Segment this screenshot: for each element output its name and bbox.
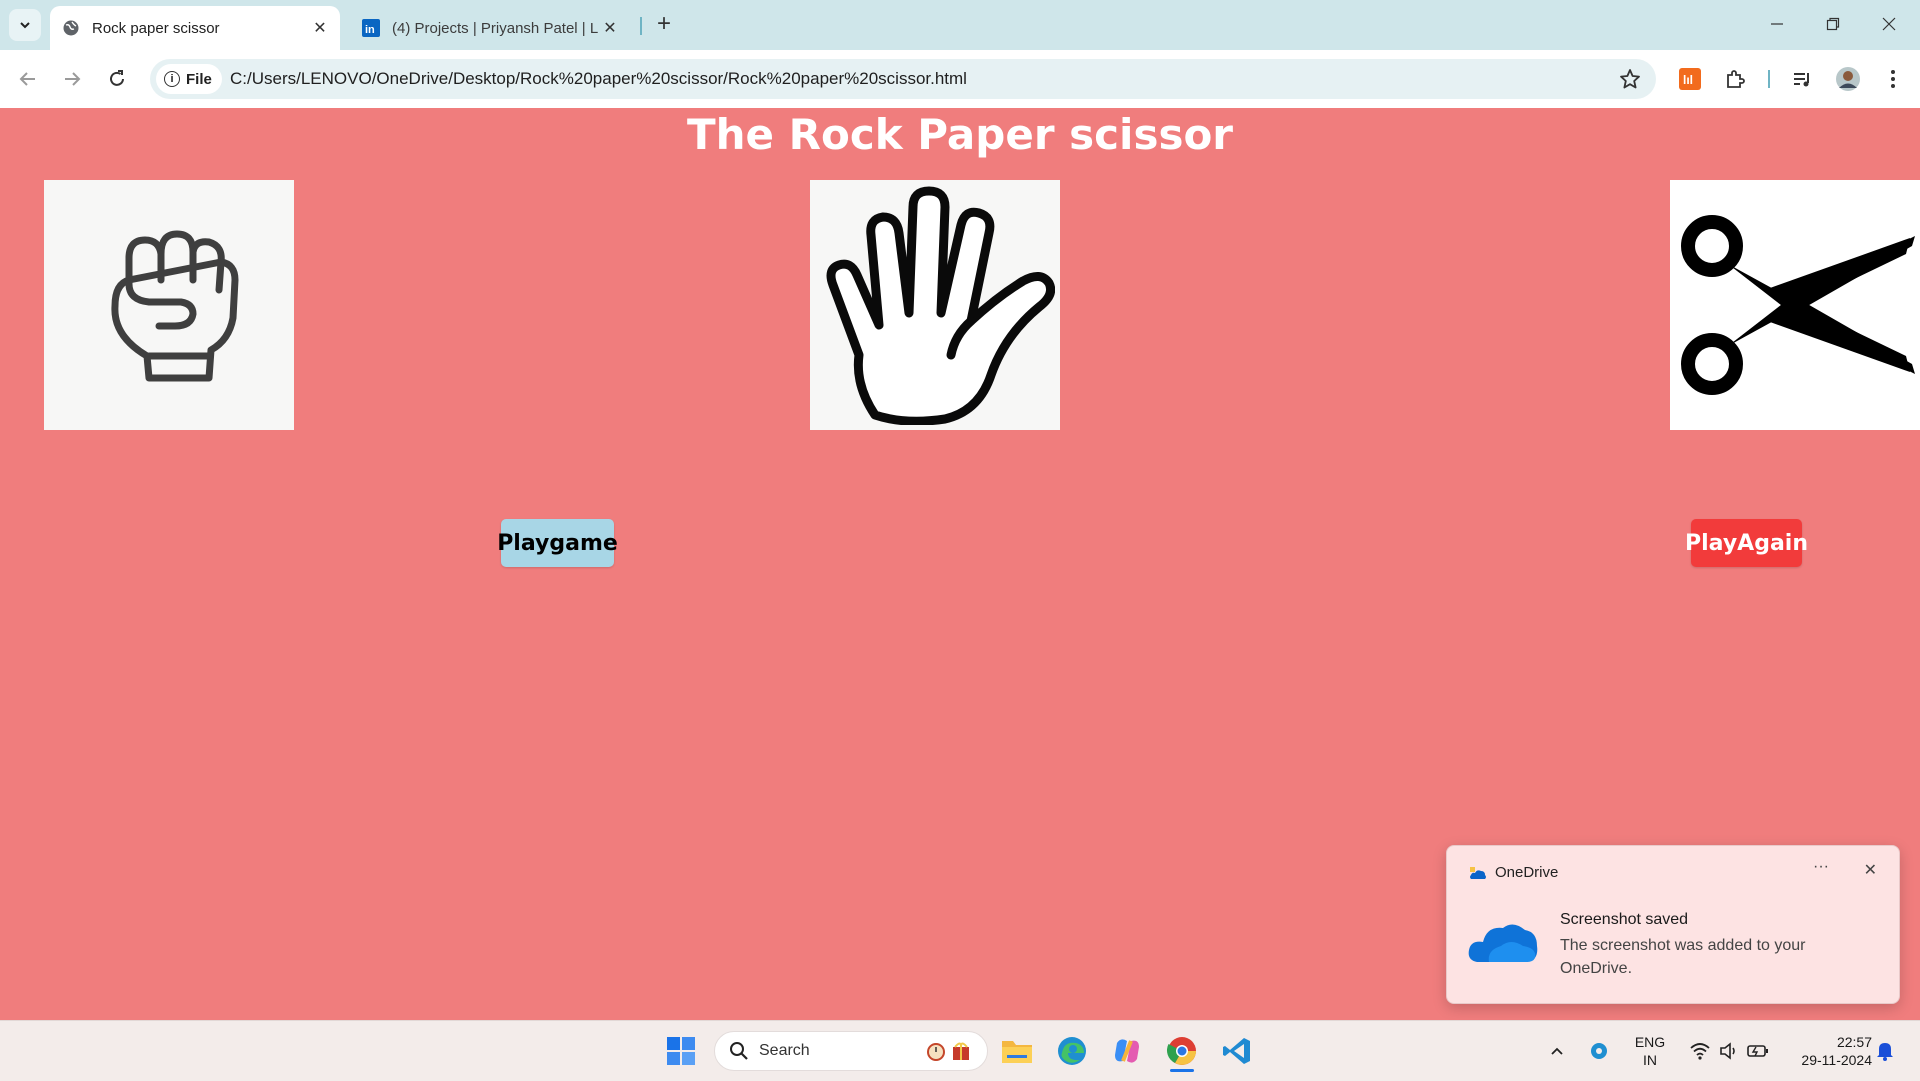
info-icon: i	[164, 71, 180, 87]
copilot-icon	[1115, 1039, 1139, 1063]
notification-body: The screenshot was added to your OneDriv…	[1560, 937, 1806, 977]
toolbar-separator	[1768, 70, 1770, 88]
search-icon	[730, 1042, 748, 1060]
edge-button[interactable]	[1052, 1031, 1092, 1071]
minimize-button[interactable]	[1754, 6, 1800, 42]
vscode-icon	[1223, 1038, 1250, 1064]
reload-icon	[110, 70, 124, 86]
tab-linkedin-projects[interactable]: in (4) Projects | Priyansh Patel | Lin ✕	[350, 6, 630, 50]
windows-icon	[667, 1037, 695, 1065]
open-hand-icon	[826, 186, 1055, 425]
notification-heading: Screenshot saved	[1560, 911, 1689, 928]
site-info-chip[interactable]: i File	[156, 64, 222, 94]
chrome-button[interactable]	[1162, 1031, 1202, 1072]
scissor-choice[interactable]	[1670, 180, 1920, 430]
tab-search-button[interactable]	[9, 9, 41, 41]
more-options-icon[interactable]: ···	[1813, 858, 1829, 876]
paper-choice[interactable]	[810, 180, 1060, 430]
tab-title: Rock paper scissor	[92, 19, 220, 37]
playgame-button[interactable]: Playgame	[497, 519, 618, 567]
arrow-left-icon	[19, 72, 35, 86]
show-hidden-icons-button[interactable]	[1542, 1031, 1572, 1071]
search-highlight-icon	[927, 1042, 969, 1061]
restore-button[interactable]	[1810, 6, 1856, 42]
chevron-up-icon	[1551, 1047, 1563, 1055]
profile-avatar[interactable]	[1833, 64, 1863, 94]
clock[interactable]: 22:57 29-11-2024	[1782, 1033, 1872, 1069]
wifi-icon	[1690, 1043, 1710, 1060]
close-window-button[interactable]	[1866, 6, 1912, 42]
tab-title: (4) Projects | Priyansh Patel | Lin	[392, 19, 598, 37]
close-tab-icon[interactable]: ✕	[598, 16, 622, 40]
language-code: ENG	[1634, 1034, 1666, 1050]
notification-app-name: OneDrive	[1495, 864, 1559, 881]
chrome-icon	[1166, 1037, 1196, 1065]
fist-icon	[111, 230, 239, 382]
vscode-button[interactable]	[1217, 1031, 1257, 1071]
notifications-button[interactable]	[1870, 1031, 1900, 1071]
forward-button[interactable]	[57, 64, 87, 94]
globe-icon	[62, 19, 80, 37]
new-tab-button[interactable]: +	[650, 10, 678, 38]
edge-icon	[1058, 1037, 1086, 1065]
tab-rock-paper-scissor[interactable]: Rock paper scissor ✕	[50, 6, 340, 50]
browser-toolbar: i File C:/Users/LENOVO/OneDrive/Desktop/…	[0, 50, 1920, 108]
close-notification-icon[interactable]: ✕	[1864, 860, 1877, 880]
tab-separator	[640, 17, 642, 35]
page-body: The Rock Paper scissor Playgame PlayAgai…	[0, 108, 1920, 1020]
clock-time: 22:57	[1836, 1034, 1872, 1050]
tab-strip: Rock paper scissor ✕ in (4) Projects | P…	[0, 0, 1920, 50]
active-app-indicator	[1170, 1069, 1194, 1072]
tray-app-icon[interactable]	[1584, 1031, 1614, 1071]
extensions-puzzle-icon[interactable]	[1720, 64, 1750, 94]
svg-text:in: in	[365, 24, 375, 36]
quick-settings-button[interactable]	[1684, 1031, 1774, 1071]
volume-icon	[1720, 1042, 1735, 1060]
clock-date: 29-11-2024	[1801, 1052, 1872, 1068]
minimize-icon	[1771, 23, 1783, 25]
back-button[interactable]	[13, 64, 43, 94]
scissors-icon	[1681, 215, 1915, 395]
close-icon	[1882, 17, 1896, 31]
svg-text:lıl: lıl	[1683, 73, 1693, 87]
play-again-button[interactable]: PlayAgain	[1685, 519, 1808, 567]
chevron-down-icon	[20, 22, 30, 29]
restore-icon	[1826, 17, 1840, 31]
copilot-button[interactable]	[1107, 1031, 1147, 1071]
search-label: Search	[759, 1042, 810, 1059]
battery-icon	[1747, 1045, 1768, 1057]
file-chip-label: File	[186, 70, 212, 88]
taskbar: Search ENG IN 22:57 29-11-2024	[0, 1020, 1920, 1081]
bell-icon	[1877, 1043, 1893, 1061]
file-explorer-button[interactable]	[997, 1031, 1037, 1071]
page-title: The Rock Paper scissor	[686, 110, 1234, 159]
region-code: IN	[1643, 1052, 1657, 1068]
extension-app-icon[interactable]: lıl	[1675, 64, 1705, 94]
media-control-icon[interactable]	[1787, 64, 1817, 94]
language-indicator[interactable]: ENG IN	[1628, 1033, 1672, 1069]
browser-menu-icon[interactable]	[1878, 64, 1908, 94]
rock-choice[interactable]	[44, 180, 294, 430]
linkedin-icon: in	[362, 19, 380, 37]
start-button[interactable]	[661, 1031, 701, 1071]
bookmark-star-icon[interactable]	[1618, 67, 1642, 91]
taskbar-search[interactable]: Search	[714, 1031, 988, 1071]
arrow-right-icon	[65, 72, 81, 86]
reload-button[interactable]	[102, 64, 132, 94]
tray-edge-icon	[1591, 1043, 1607, 1059]
folder-icon	[1002, 1041, 1032, 1063]
url-text[interactable]: C:/Users/LENOVO/OneDrive/Desktop/Rock%20…	[230, 69, 967, 89]
address-bar[interactable]: i File C:/Users/LENOVO/OneDrive/Desktop/…	[150, 59, 1656, 99]
onedrive-notification[interactable]: OneDrive ··· ✕ Screenshot saved The scre…	[1446, 845, 1900, 1004]
close-tab-icon[interactable]: ✕	[308, 16, 332, 40]
onedrive-app-icon	[1469, 865, 1487, 886]
onedrive-cloud-icon	[1467, 916, 1539, 971]
